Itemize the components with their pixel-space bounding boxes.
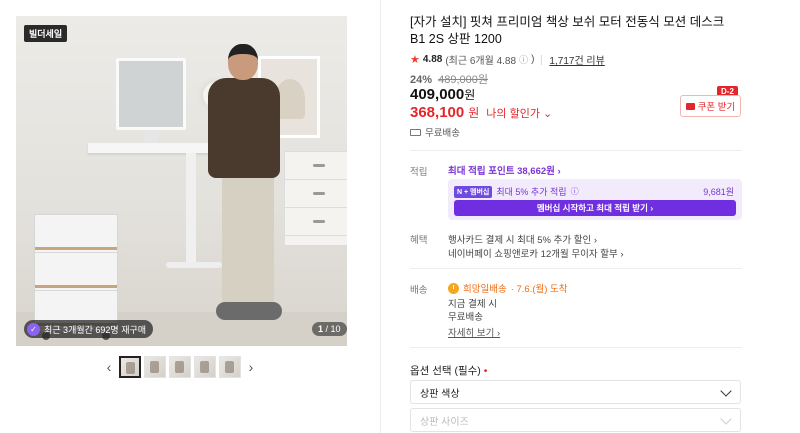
membership-start-button[interactable]: 멤버십 시작하고 최대 적립 받기 › (454, 200, 736, 216)
delivery-line-1: 지금 결제 시 (448, 299, 497, 310)
page-total: / 10 (325, 324, 341, 334)
thumb-next-icon[interactable]: › (244, 356, 258, 378)
rating-recent: (최근 6개월 4.88 (445, 56, 517, 67)
clock-icon (448, 282, 459, 294)
delivery-date: · 7.6.(월) 도착 (510, 284, 568, 295)
thumb-prev-icon[interactable]: ‹ (102, 356, 116, 378)
sale-price: 368,100 (410, 104, 465, 121)
price-won: 원 (464, 88, 476, 102)
page-current: 1 (318, 324, 324, 334)
column-divider (380, 0, 381, 433)
star-icon: ★ (410, 54, 420, 66)
photo-person-head (228, 44, 258, 80)
chevron-down-icon (720, 413, 732, 425)
coupon-icon (685, 102, 695, 110)
review-count-link[interactable]: 1,717건 리뷰 (549, 52, 604, 67)
thumbnail-2[interactable] (144, 356, 166, 378)
benefit-card-discount[interactable]: 행사카드 결제 시 최대 5% 추가 할인 › (448, 232, 597, 246)
discount-percent: 24% (410, 74, 433, 86)
rating-row: ★ 4.88 (최근 6개월 4.88 ⓘ ) 1,717건 리뷰 (410, 52, 605, 67)
delivery-badge-text: 희망일배송 (463, 284, 507, 295)
brand-badge: 빌더세일 (24, 25, 68, 42)
truck-icon (410, 128, 421, 136)
photo-cabinet (34, 214, 118, 332)
shipping-text: 무료배송 (425, 128, 460, 139)
product-gallery: 빌더세일 ✓ 최근 3개월간 692명 재구매 1 / 10 ‹ › (0, 0, 380, 433)
option-label: 옵션 선택 (필수) • (410, 363, 487, 378)
image-page-counter: 1 / 10 (312, 322, 347, 336)
thumbnail-1[interactable] (119, 356, 141, 378)
repurchase-icon: ✓ (27, 322, 40, 336)
membership-text: 최대 5% 추가 적립 (496, 187, 567, 197)
rating-value: 4.88 (422, 54, 443, 65)
divider (410, 347, 742, 348)
repurchase-badge: ✓ 최근 3개월간 692명 재구매 (24, 320, 154, 338)
max-points-link[interactable]: 최대 적립 포인트 38,662원 › (448, 163, 561, 177)
photo-monitor-stand (144, 130, 158, 144)
membership-tag: N + 멤버십 (454, 185, 493, 198)
benefits-label: 혜택 (410, 235, 428, 246)
benefit-installment[interactable]: 네이버페이 쇼핑앤로카 12개월 무이자 할부 › (448, 246, 624, 260)
my-discount-label[interactable]: 나의 할인가 ⌄ (486, 105, 552, 121)
coupon-button[interactable]: 쿠폰 받기 (680, 95, 741, 117)
top-color-select[interactable]: 상판 색상 (410, 380, 741, 404)
price: 409,000원 (410, 86, 475, 103)
price-value: 409,000 (410, 86, 465, 103)
option-label-text: 옵션 선택 (필수) (410, 365, 481, 377)
thumbnail-5[interactable] (219, 356, 241, 378)
discount-row: 24% 489,000원 (410, 71, 488, 87)
photo-desk-foot (166, 262, 222, 268)
top-color-select-value: 상판 색상 (420, 388, 460, 400)
top-size-select-value: 상판 사이즈 (420, 416, 469, 428)
rating-recent-close: ) (531, 54, 535, 65)
divider (410, 150, 742, 151)
photo-person-body (208, 78, 280, 178)
photo-monitor (116, 58, 186, 130)
delivery-detail-link[interactable]: 자세히 보기 › (448, 325, 500, 339)
top-size-select[interactable]: 상판 사이즈 (410, 408, 741, 432)
sale-price-won: 원 (468, 106, 480, 120)
shipping-row: 무료배송 (410, 125, 460, 139)
chevron-down-icon (720, 385, 732, 397)
sale-price-row[interactable]: 368,100 원 나의 할인가 ⌄ (410, 104, 552, 121)
points-label: 적립 (410, 167, 428, 178)
info-icon[interactable]: ⓘ (519, 53, 528, 66)
rating-separator (541, 54, 543, 65)
delivery-badge: 희망일배송 · 7.6.(월) 도착 (448, 281, 568, 295)
thumbnail-3[interactable] (169, 356, 191, 378)
membership-amount: 9,681원 (703, 187, 734, 197)
repurchase-text: 최근 3개월간 692명 재구매 (44, 324, 147, 335)
info-icon[interactable]: ⓘ (571, 186, 579, 197)
thumbnail-4[interactable] (194, 356, 216, 378)
thumbnail-strip: ‹ › (102, 355, 258, 379)
product-title: [자가 설치] 핏쳐 프리미엄 책상 보쉬 모터 전동식 모션 데스크 B1 2… (410, 15, 725, 46)
membership-line: N + 멤버십 최대 5% 추가 적립 ⓘ (454, 185, 579, 198)
photo-desk-leg (186, 153, 196, 263)
coupon-label: 쿠폰 받기 (697, 102, 736, 113)
photo-person-feet (216, 302, 282, 320)
divider (410, 268, 742, 269)
photo-dresser (284, 151, 347, 246)
delivery-line-2: 무료배송 (448, 312, 483, 323)
main-product-photo[interactable] (16, 16, 347, 346)
membership-box: N + 멤버십 최대 5% 추가 적립 ⓘ 9,681원 멤버십 시작하고 최대… (448, 179, 742, 220)
required-mark: • (483, 365, 488, 377)
photo-person-legs (222, 174, 274, 304)
original-price: 489,000원 (438, 74, 488, 86)
delivery-label: 배송 (410, 285, 428, 296)
